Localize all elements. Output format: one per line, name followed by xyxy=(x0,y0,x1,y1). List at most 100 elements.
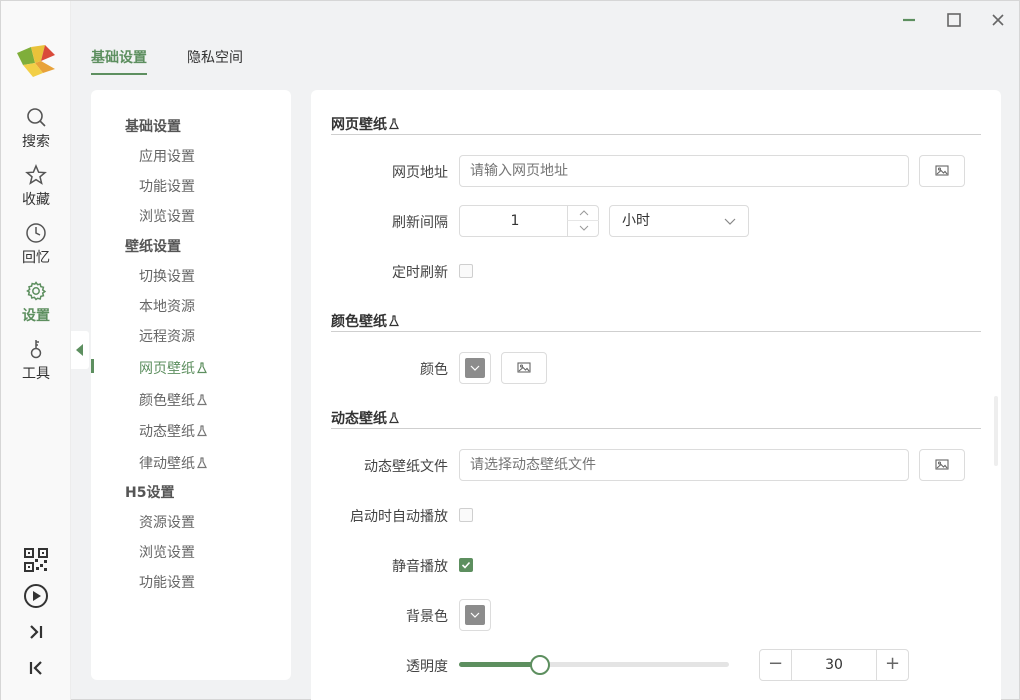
next-icon xyxy=(30,625,43,639)
color-swatch xyxy=(465,605,485,625)
interval-value: 1 xyxy=(510,213,520,229)
timed-refresh-label: 定时刷新 xyxy=(392,265,448,281)
settings-tree: 基础设置 应用设置 功能设置 浏览设置 壁纸设置 切换设置 本地资源 远程资源 … xyxy=(91,90,291,680)
color-preview-button[interactable] xyxy=(501,352,547,384)
app-logo-icon xyxy=(17,45,55,77)
interval-decrement-button[interactable] xyxy=(567,221,599,236)
interval-unit-value: 小时 xyxy=(622,213,650,229)
close-icon xyxy=(992,14,1004,26)
flask-icon xyxy=(197,457,207,469)
section-title-color: 颜色壁纸 xyxy=(331,311,399,331)
maximize-button[interactable] xyxy=(943,9,965,31)
search-icon xyxy=(27,108,46,127)
autoplay-label: 启动时自动播放 xyxy=(350,509,448,525)
tree-item-browse-settings[interactable]: 浏览设置 xyxy=(139,206,195,226)
tree-item-label: 动态壁纸 xyxy=(139,424,195,440)
qr-code-button[interactable] xyxy=(23,547,49,573)
url-input[interactable] xyxy=(459,155,909,187)
color-swatch xyxy=(465,358,485,378)
section-title-text: 网页壁纸 xyxy=(331,117,387,133)
rail-item-tools[interactable]: 工具 xyxy=(1,338,71,394)
rail-item-label: 设置 xyxy=(22,308,50,324)
rail-item-search[interactable]: 搜索 xyxy=(1,106,71,162)
tree-group-h5[interactable]: H5设置 xyxy=(125,482,174,502)
tree-item-web-wallpaper[interactable]: 网页壁纸 xyxy=(139,358,207,378)
section-title-text: 颜色壁纸 xyxy=(331,314,387,330)
chevron-down-icon xyxy=(470,612,480,618)
section-divider xyxy=(331,428,981,429)
rail-item-label: 收藏 xyxy=(22,192,50,208)
tree-item-h5-feature-settings[interactable]: 功能设置 xyxy=(139,572,195,592)
clock-icon xyxy=(26,223,46,243)
side-rail: 搜索 收藏 回忆 设置 工具 xyxy=(1,1,71,700)
next-button[interactable] xyxy=(23,619,49,645)
flask-icon xyxy=(197,425,207,437)
background-color-button[interactable] xyxy=(459,599,491,631)
minimize-icon xyxy=(903,18,915,22)
opacity-label: 透明度 xyxy=(406,659,448,675)
tree-item-label: 网页壁纸 xyxy=(139,361,195,377)
collapse-sidebar-button[interactable] xyxy=(71,331,89,369)
opacity-decrement-button[interactable]: − xyxy=(760,650,792,680)
url-label: 网页地址 xyxy=(392,165,448,181)
tree-item-remote-resources[interactable]: 远程资源 xyxy=(139,326,195,346)
previous-button[interactable] xyxy=(23,655,49,681)
tree-item-dynamic-wallpaper[interactable]: 动态壁纸 xyxy=(139,421,207,441)
dynamic-file-input[interactable] xyxy=(459,449,909,481)
opacity-slider[interactable] xyxy=(459,662,729,667)
tree-item-local-resources[interactable]: 本地资源 xyxy=(139,296,195,316)
opacity-slider-fill xyxy=(459,662,540,667)
rail-item-label: 回忆 xyxy=(22,250,50,266)
color-picker-button[interactable] xyxy=(459,352,491,384)
qr-code-icon xyxy=(24,548,48,572)
rail-item-settings[interactable]: 设置 xyxy=(1,280,71,336)
section-divider xyxy=(331,134,981,135)
interval-spinbox[interactable]: 1 xyxy=(459,205,599,237)
color-label: 颜色 xyxy=(420,362,448,378)
tool-icon xyxy=(30,340,42,359)
tree-item-h5-browse-settings[interactable]: 浏览设置 xyxy=(139,542,195,562)
tree-item-rhythm-wallpaper[interactable]: 律动壁纸 xyxy=(139,453,207,473)
close-button[interactable] xyxy=(987,9,1009,31)
gear-icon xyxy=(26,281,47,301)
chevron-down-icon xyxy=(579,225,589,231)
tree-item-feature-settings[interactable]: 功能设置 xyxy=(139,176,195,196)
play-button[interactable] xyxy=(23,583,49,609)
opacity-stepper[interactable]: − 30 + xyxy=(759,649,909,681)
interval-increment-button[interactable] xyxy=(567,206,599,221)
rail-item-favorites[interactable]: 收藏 xyxy=(1,164,71,220)
section-title-web: 网页壁纸 xyxy=(331,114,399,134)
active-item-marker xyxy=(91,359,94,373)
star-icon xyxy=(25,164,47,185)
scrollbar[interactable] xyxy=(994,396,998,466)
tree-item-app-settings[interactable]: 应用设置 xyxy=(139,146,195,166)
flask-icon xyxy=(197,394,207,406)
image-icon xyxy=(517,362,531,373)
url-preview-button[interactable] xyxy=(919,155,965,187)
tree-item-color-wallpaper[interactable]: 颜色壁纸 xyxy=(139,390,207,410)
tree-group-wallpaper[interactable]: 壁纸设置 xyxy=(125,236,181,256)
tree-item-switch-settings[interactable]: 切换设置 xyxy=(139,266,195,286)
rail-item-label: 搜索 xyxy=(22,134,50,150)
tab-privacy-space[interactable]: 隐私空间 xyxy=(187,47,243,75)
chevron-down-icon xyxy=(724,218,736,225)
chevron-up-icon xyxy=(579,210,589,216)
dynamic-file-label: 动态壁纸文件 xyxy=(364,459,448,475)
flask-icon xyxy=(389,315,399,327)
mute-label: 静音播放 xyxy=(392,559,448,575)
timed-refresh-checkbox[interactable] xyxy=(459,264,473,278)
dynamic-file-browse-button[interactable] xyxy=(919,449,965,481)
opacity-slider-thumb[interactable] xyxy=(530,655,550,675)
minimize-button[interactable] xyxy=(898,9,920,31)
interval-unit-select[interactable]: 小时 xyxy=(609,205,749,237)
tree-group-basic[interactable]: 基础设置 xyxy=(125,116,181,136)
mute-checkbox[interactable] xyxy=(459,558,473,572)
tab-basic-settings[interactable]: 基础设置 xyxy=(91,47,147,75)
rail-item-history[interactable]: 回忆 xyxy=(1,222,71,278)
autoplay-checkbox[interactable] xyxy=(459,508,473,522)
tree-item-resource-settings[interactable]: 资源设置 xyxy=(139,512,195,532)
section-divider xyxy=(331,331,981,332)
opacity-increment-button[interactable]: + xyxy=(876,650,908,680)
image-icon xyxy=(935,459,949,470)
app-window: 搜索 收藏 回忆 设置 工具 基础设置 隐私空间 基础设置 应用设置 功能设置 … xyxy=(0,0,1020,700)
